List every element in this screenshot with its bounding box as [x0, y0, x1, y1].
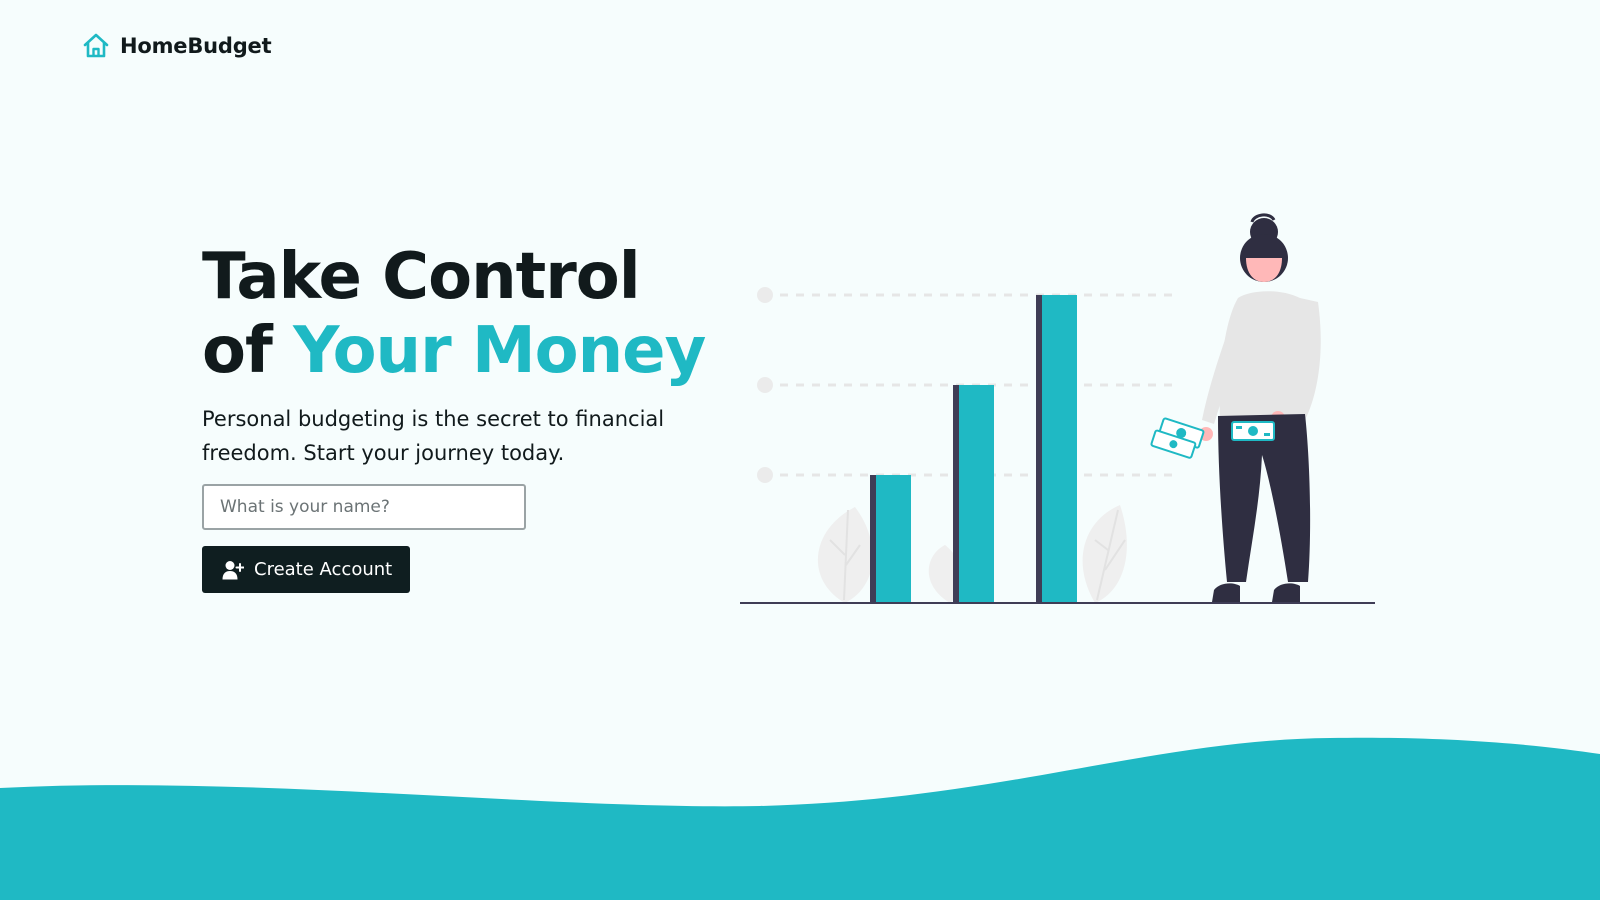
person-figure: [1150, 213, 1321, 602]
navbar: HomeBudget: [82, 32, 272, 60]
hero-title: Take Control of Your Money: [202, 240, 722, 388]
bar-graphic: [870, 295, 1077, 603]
footer-wave: [0, 737, 1600, 900]
brand-name[interactable]: HomeBudget: [120, 34, 272, 58]
hero-section: Take Control of Your Money Personal budg…: [202, 240, 722, 593]
finance-illustration: [740, 213, 1375, 604]
hero-title-line1: Take Control: [202, 240, 641, 314]
create-account-button[interactable]: Create Account: [202, 546, 411, 593]
cash-stack-icon: [1150, 417, 1205, 459]
hero-illustration: [740, 210, 1400, 630]
name-input[interactable]: [202, 484, 526, 530]
hero-title-of: of: [202, 314, 273, 388]
house-icon[interactable]: [82, 32, 110, 60]
hero-title-accent: Your Money: [293, 314, 706, 388]
create-account-label: Create Account: [254, 559, 393, 580]
user-plus-icon: [222, 560, 245, 580]
signup-form: Create Account: [202, 484, 722, 593]
hero-subtitle: Personal budgeting is the secret to fina…: [202, 407, 665, 465]
cash-icon: [1231, 421, 1275, 441]
